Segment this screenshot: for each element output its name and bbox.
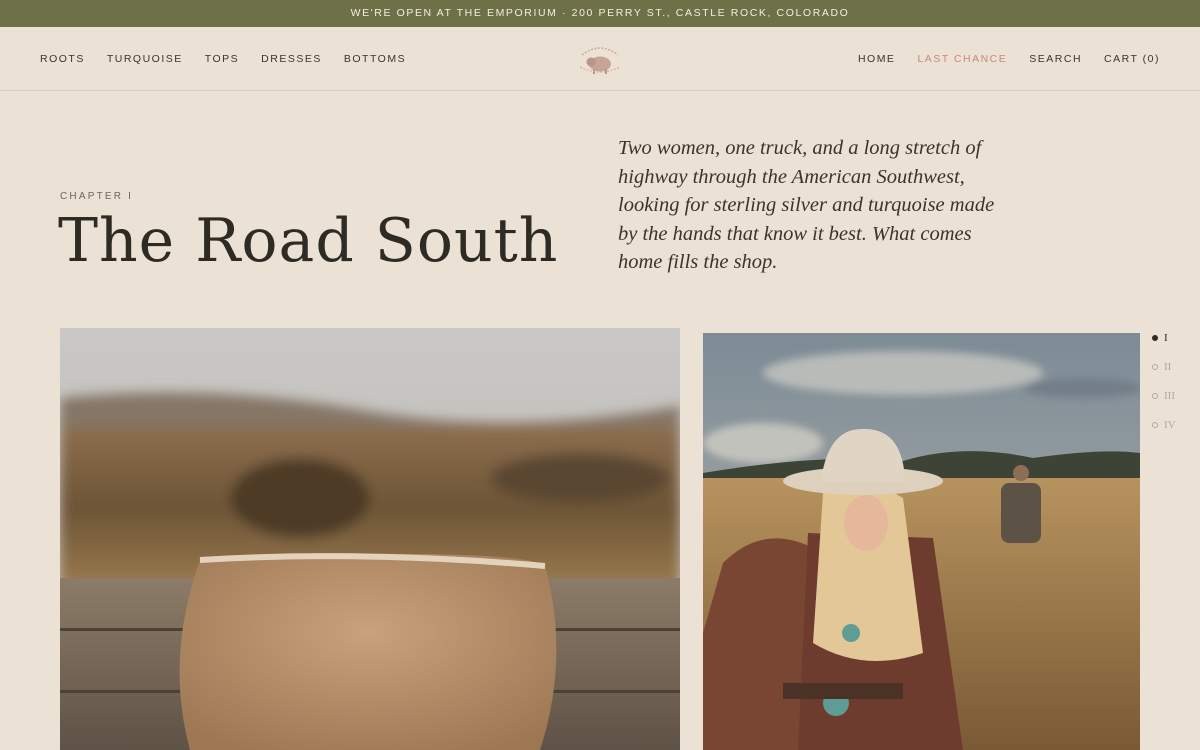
- nav-link-roots[interactable]: ROOTS: [40, 53, 85, 65]
- site-logo[interactable]: [574, 39, 626, 79]
- primary-nav: ROOTS TURQUOISE TOPS DRESSES BOTTOMS: [40, 27, 406, 91]
- nav-link-cart[interactable]: CART (0): [1104, 53, 1160, 65]
- pager-label: II: [1164, 360, 1172, 373]
- announcement-text: WE'RE OPEN AT THE EMPORIUM · 200 PERRY S…: [350, 7, 850, 19]
- nav-link-last-chance[interactable]: LAST CHANCE: [917, 53, 1007, 65]
- pager-dot: [1152, 363, 1158, 370]
- nav-link-home[interactable]: HOME: [858, 53, 896, 65]
- photo-cowgirl-field: [703, 333, 1140, 750]
- pager-dot: [1152, 334, 1158, 341]
- nav-link-bottoms[interactable]: BOTTOMS: [344, 53, 406, 65]
- chapter-eyebrow: CHAPTER I: [60, 191, 134, 202]
- utility-nav: HOME LAST CHANCE SEARCH CART (0): [858, 27, 1160, 91]
- page-title: The Road South: [58, 206, 559, 276]
- pager-item-3[interactable]: III: [1152, 381, 1182, 410]
- bison-emblem-icon: [579, 47, 621, 74]
- pager-dot: [1152, 392, 1158, 399]
- pager-label: I: [1164, 331, 1168, 344]
- pager-item-1[interactable]: I: [1152, 323, 1182, 352]
- pager-dot: [1152, 421, 1158, 428]
- nav-link-tops[interactable]: TOPS: [205, 53, 239, 65]
- pager-label: III: [1164, 389, 1175, 402]
- site-header: ROOTS TURQUOISE TOPS DRESSES BOTTOMS HOM…: [0, 27, 1200, 91]
- nav-link-search[interactable]: SEARCH: [1029, 53, 1082, 65]
- pager-label: IV: [1164, 418, 1176, 431]
- nav-link-turquoise[interactable]: TURQUOISE: [107, 53, 183, 65]
- intro-paragraph: Two women, one truck, and a long stretch…: [618, 137, 995, 273]
- chapter-pager: I II III IV: [1152, 323, 1182, 439]
- pager-item-2[interactable]: II: [1152, 352, 1182, 381]
- announcement-bar: WE'RE OPEN AT THE EMPORIUM · 200 PERRY S…: [0, 0, 1200, 27]
- nav-link-dresses[interactable]: DRESSES: [261, 53, 322, 65]
- pager-item-4[interactable]: IV: [1152, 410, 1182, 439]
- photo-sheepskin-bag: [60, 328, 680, 750]
